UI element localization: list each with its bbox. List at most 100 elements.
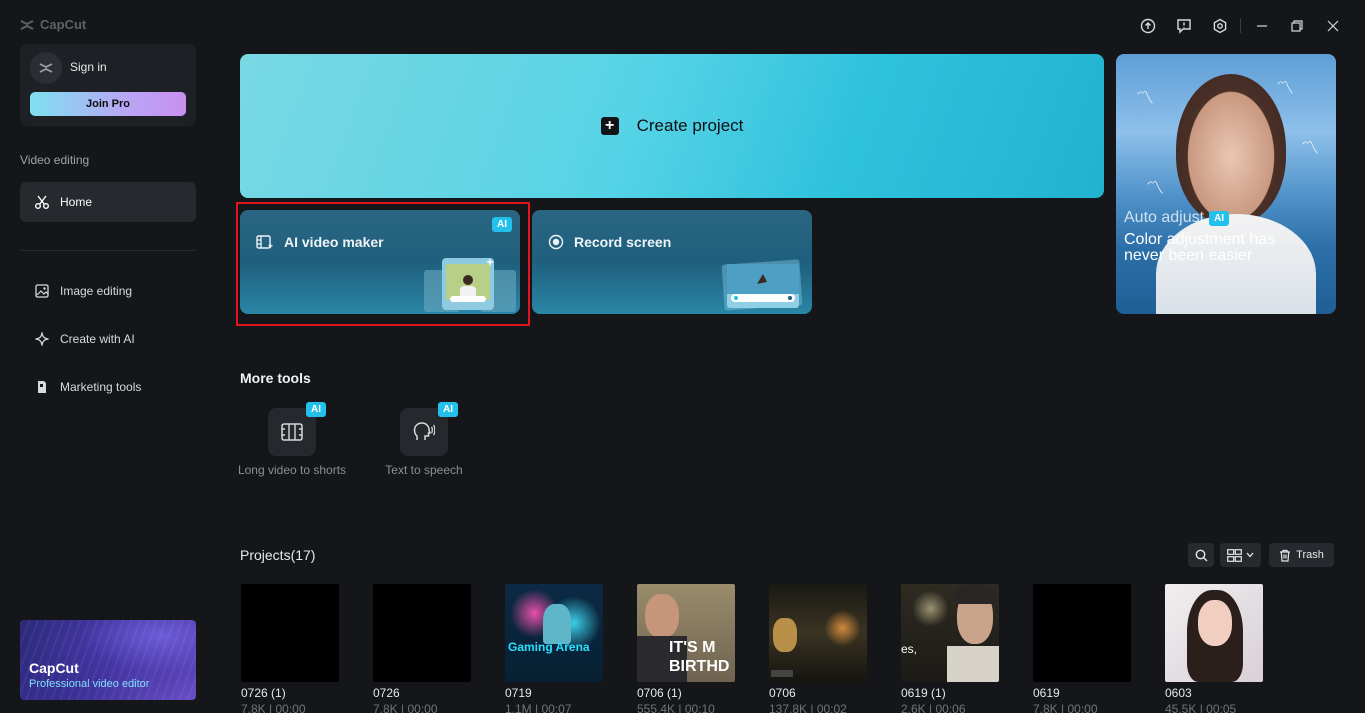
app-logo: CapCut bbox=[20, 17, 86, 32]
project-card[interactable]: 0726 7.8K | 00:00 bbox=[373, 584, 471, 713]
thumbnail-person bbox=[543, 604, 571, 644]
trash-icon bbox=[1280, 549, 1291, 562]
restore-icon[interactable] bbox=[1285, 14, 1309, 38]
thumbnail-jacket bbox=[947, 646, 999, 682]
project-card[interactable]: IT'S M BIRTHD 0706 (1) 555.4K | 00:10 bbox=[637, 584, 735, 713]
project-card[interactable]: 0603 45.5K | 00:05 bbox=[1165, 584, 1263, 713]
long-video-icon: AI bbox=[268, 402, 326, 456]
project-name: 0603 bbox=[1165, 686, 1192, 700]
project-meta: 45.5K | 00:05 bbox=[1165, 702, 1237, 713]
thumbnail-beanie bbox=[955, 584, 995, 604]
hero-model-clothes bbox=[1156, 214, 1316, 314]
record-screen-label: Record screen bbox=[574, 234, 672, 250]
text-to-speech-icon: AI bbox=[400, 402, 458, 456]
feedback-icon[interactable] bbox=[1172, 14, 1196, 38]
promo-banner[interactable]: CapCut Professional video editor bbox=[20, 620, 196, 700]
tool-label: Long video to shorts bbox=[237, 463, 347, 477]
project-card[interactable]: es, 0619 (1) 2.6K | 00:06 bbox=[901, 584, 999, 713]
thumbnail-face bbox=[1198, 600, 1232, 646]
promo-subtitle: Professional video editor bbox=[29, 678, 150, 690]
ai-badge: AI bbox=[438, 402, 458, 417]
thumbnail-caption: Gaming Arena bbox=[508, 640, 590, 654]
view-toggle-button[interactable] bbox=[1220, 543, 1261, 567]
upload-icon[interactable] bbox=[1136, 14, 1160, 38]
project-name: 0706 bbox=[769, 686, 796, 700]
project-card[interactable]: 0726 (1) 7.8K | 00:00 bbox=[241, 584, 339, 713]
project-meta: 7.8K | 00:00 bbox=[373, 702, 438, 713]
create-project-button[interactable]: + Create project bbox=[240, 54, 1104, 198]
ai-badge: AI bbox=[306, 402, 326, 417]
trash-label: Trash bbox=[1296, 549, 1324, 561]
sidebar-item-image-editing[interactable]: Image editing bbox=[20, 271, 196, 311]
plus-icon: + bbox=[600, 117, 619, 135]
project-thumbnail: IT'S M BIRTHD bbox=[637, 584, 735, 682]
thumbnail-person bbox=[645, 594, 679, 638]
bird-icon: 〽 bbox=[1301, 138, 1319, 158]
trash-button[interactable]: Trash bbox=[1269, 543, 1334, 567]
thumbnail-person bbox=[773, 618, 797, 652]
bird-icon: 〽 bbox=[1276, 78, 1294, 98]
more-tools-title: More tools bbox=[240, 370, 311, 386]
projects-title: Projects(17) bbox=[240, 547, 316, 563]
record-screen-illustration bbox=[721, 259, 803, 311]
selection-highlight bbox=[236, 202, 530, 326]
marketing-icon bbox=[34, 379, 50, 395]
sidebar-item-label: Image editing bbox=[60, 284, 133, 298]
ai-badge: AI bbox=[1209, 210, 1230, 226]
section-label-video-editing: Video editing bbox=[20, 153, 90, 167]
tool-label: Text to speech bbox=[385, 463, 463, 477]
hero-model-image bbox=[1176, 74, 1286, 224]
search-icon bbox=[1195, 549, 1207, 561]
titlebar-separator bbox=[1240, 18, 1241, 33]
project-thumbnail: Gaming Arena bbox=[505, 584, 603, 682]
project-meta: 1.1M | 00:07 bbox=[505, 702, 572, 713]
join-pro-button[interactable]: Join Pro bbox=[30, 92, 186, 116]
project-name: 0706 (1) bbox=[637, 686, 682, 700]
minimize-icon[interactable] bbox=[1250, 14, 1274, 38]
project-meta: 7.8K | 00:00 bbox=[241, 702, 306, 713]
project-meta: 137.8K | 00:02 bbox=[769, 702, 847, 713]
thumbnail-caption: es, bbox=[901, 642, 918, 656]
sidebar-divider bbox=[20, 250, 196, 251]
project-card[interactable]: 0619 7.8K | 00:00 bbox=[1033, 584, 1131, 713]
hero-subtitle: Auto adjust bbox=[1124, 209, 1205, 226]
hero-title: Color adjustment has never been easier bbox=[1124, 231, 1276, 264]
sidebar-item-home[interactable]: Home bbox=[20, 182, 196, 222]
sidebar-item-create-with-ai[interactable]: Create with AI bbox=[20, 319, 196, 359]
capcut-avatar-icon bbox=[39, 63, 53, 73]
project-meta: 7.8K | 00:00 bbox=[1033, 702, 1098, 713]
bird-icon: 〽 bbox=[1146, 178, 1164, 198]
project-meta: 2.6K | 00:06 bbox=[901, 702, 966, 713]
project-name: 0726 bbox=[373, 686, 400, 700]
project-name: 0619 (1) bbox=[901, 686, 946, 700]
scissors-icon bbox=[34, 194, 50, 210]
tool-long-video-to-shorts[interactable]: AI Long video to shorts bbox=[237, 402, 347, 477]
thumbnail-caption: IT'S M BIRTHD bbox=[669, 639, 730, 675]
sidebar-item-marketing-tools[interactable]: Marketing tools bbox=[20, 367, 196, 407]
project-card[interactable]: 0706 137.8K | 00:02 bbox=[769, 584, 867, 713]
project-name: 0726 (1) bbox=[241, 686, 286, 700]
create-project-label: Create project bbox=[636, 116, 744, 135]
signin-card: Sign in Join Pro bbox=[20, 44, 196, 126]
close-icon[interactable] bbox=[1321, 14, 1345, 38]
project-card[interactable]: Gaming Arena 0719 1.1M | 00:07 bbox=[505, 584, 603, 713]
tool-text-to-speech[interactable]: AI Text to speech bbox=[369, 402, 479, 477]
search-button[interactable] bbox=[1188, 543, 1214, 567]
record-screen-card[interactable]: Record screen bbox=[532, 210, 812, 314]
sidebar-item-label: Home bbox=[60, 195, 93, 209]
project-thumbnail bbox=[769, 584, 867, 682]
project-thumbnail bbox=[1033, 584, 1131, 682]
grid-view-icon bbox=[1227, 548, 1242, 562]
capcut-logo-icon bbox=[20, 19, 34, 30]
record-icon bbox=[548, 234, 564, 250]
thumbnail-tag bbox=[771, 670, 793, 677]
signin-link[interactable]: Sign in bbox=[70, 60, 107, 74]
sparkle-icon bbox=[34, 331, 50, 347]
settings-icon[interactable] bbox=[1208, 14, 1232, 38]
hero-banner[interactable]: 〽 〽 〽 〽 Auto adjust AI Color adjustment … bbox=[1116, 54, 1336, 314]
avatar[interactable] bbox=[30, 52, 62, 84]
project-name: 0719 bbox=[505, 686, 532, 700]
project-thumbnail bbox=[373, 584, 471, 682]
project-thumbnail: es, bbox=[901, 584, 999, 682]
hero-subtitle-row: Auto adjust AI bbox=[1124, 209, 1230, 227]
